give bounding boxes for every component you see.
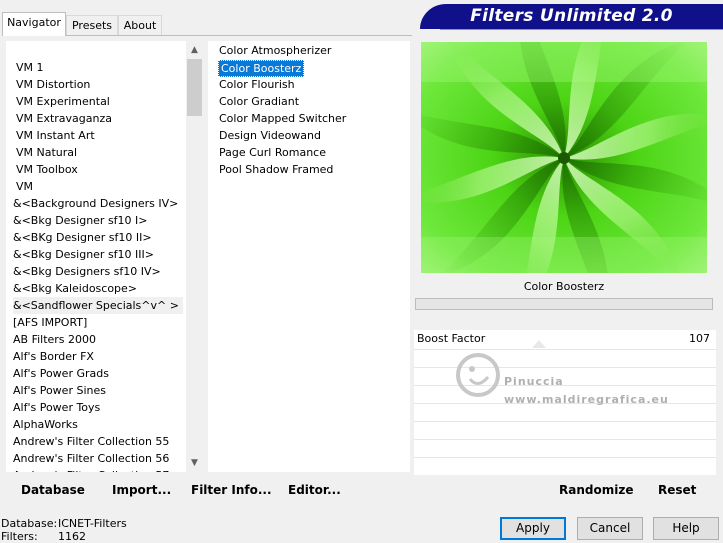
category-item[interactable]: VM Natural xyxy=(16,144,77,161)
category-item[interactable]: AlphaWorks xyxy=(13,416,78,433)
category-item[interactable]: VM Experimental xyxy=(16,93,110,110)
cancel-button[interactable]: Cancel xyxy=(577,517,643,540)
editor-button-label: Editor... xyxy=(288,483,341,497)
category-item[interactable]: Andrew's Filter Collection 57 xyxy=(13,467,169,472)
slider-row-divider xyxy=(414,367,716,368)
randomize-button[interactable]: Randomize xyxy=(559,480,633,500)
import-button-label: Import... xyxy=(112,483,172,497)
category-item[interactable]: Andrew's Filter Collection 56 xyxy=(13,450,169,467)
tab-presets[interactable]: Presets xyxy=(66,15,118,35)
category-item[interactable]: Alf's Power Toys xyxy=(13,399,100,416)
category-item[interactable]: &<Sandflower Specials^v^ > xyxy=(13,297,183,314)
scroll-up-icon[interactable]: ▲ xyxy=(186,42,203,59)
category-item[interactable]: Andrew's Filter Collection 55 xyxy=(13,433,169,450)
progress-bar xyxy=(415,298,713,310)
reset-button-label: Reset xyxy=(658,483,697,497)
category-item[interactable]: AB Filters 2000 xyxy=(13,331,96,348)
filter-item[interactable]: Pool Shadow Framed xyxy=(219,161,333,178)
slider-row-divider xyxy=(414,349,716,350)
filter-item[interactable]: Page Curl Romance xyxy=(219,144,326,161)
filter-item[interactable]: Color Atmospherizer xyxy=(219,42,331,59)
editor-button[interactable]: Editor... xyxy=(288,480,341,500)
filter-item[interactable]: Color Flourish xyxy=(219,76,295,93)
preview-label: Color Boosterz xyxy=(523,280,605,293)
category-item[interactable]: &<Bkg Designer sf10 I> xyxy=(13,212,148,229)
slider-row-boost-factor[interactable]: Boost Factor 107 xyxy=(414,330,716,349)
filter-item[interactable]: Design Videowand xyxy=(219,127,321,144)
filter-info-button[interactable]: Filter Info... xyxy=(191,480,272,500)
category-item[interactable]: &<Bkg Designers sf10 IV> xyxy=(13,263,161,280)
filters-count-value: 1162 xyxy=(58,530,86,543)
database-label: Database: xyxy=(1,517,58,530)
category-item[interactable]: VM Distortion xyxy=(16,76,90,93)
category-item[interactable]: VM Instant Art xyxy=(16,127,95,144)
slider-row-divider xyxy=(414,421,716,422)
database-value: ICNET-Filters xyxy=(58,517,127,530)
filter-list[interactable]: Color Atmospherizer Color Boosterz Color F… xyxy=(208,41,410,472)
swirl-center xyxy=(558,152,570,164)
parameter-sliders: Boost Factor 107 xyxy=(414,330,716,475)
apply-button[interactable]: Apply xyxy=(500,517,566,540)
scroll-down-icon[interactable]: ▼ xyxy=(186,455,203,472)
category-item[interactable]: &<Bkg Kaleidoscope> xyxy=(13,280,137,297)
slider-row-divider xyxy=(414,457,716,458)
import-button[interactable]: Import... xyxy=(112,480,171,500)
tab-navigator[interactable]: Navigator xyxy=(2,12,66,36)
randomize-button-label: Randomize xyxy=(559,483,634,497)
banner-underline xyxy=(440,29,723,30)
category-item[interactable]: VM Extravaganza xyxy=(16,110,112,127)
category-item[interactable]: Alf's Power Grads xyxy=(13,365,109,382)
help-button[interactable]: Help xyxy=(653,517,719,540)
filters-count-label: Filters: xyxy=(1,530,38,543)
filter-item[interactable]: Color Boosterz xyxy=(218,60,305,77)
category-item[interactable]: VM 1 xyxy=(16,59,44,76)
filter-info-button-label: Filter Info... xyxy=(191,483,272,497)
slider-row-divider xyxy=(414,439,716,440)
category-item[interactable]: &<Background Designers IV> xyxy=(13,195,178,212)
filter-item[interactable]: Color Mapped Switcher xyxy=(219,110,346,127)
category-item[interactable]: Alf's Power Sines xyxy=(13,382,106,399)
category-item[interactable]: VM xyxy=(16,178,33,195)
banner-title: Filters Unlimited 2.0 xyxy=(470,6,673,26)
database-button-label: Database xyxy=(21,483,85,497)
parameter-value: 107 xyxy=(689,332,710,345)
category-item[interactable]: Alf's Border FX xyxy=(13,348,94,365)
parameter-name: Boost Factor xyxy=(417,332,486,345)
category-item[interactable]: &<Bkg Designer sf10 III> xyxy=(13,246,154,263)
filter-item[interactable]: Color Gradiant xyxy=(219,93,299,110)
slider-thumb-icon[interactable] xyxy=(532,340,546,348)
filter-preview xyxy=(421,42,707,273)
preview-swirl-image xyxy=(421,42,707,273)
slider-row-divider xyxy=(414,403,716,404)
category-item[interactable]: &<BKg Designer sf10 II> xyxy=(13,229,152,246)
category-item[interactable]: [AFS IMPORT] xyxy=(13,314,87,331)
category-item[interactable]: VM Toolbox xyxy=(16,161,78,178)
category-scrollbar-thumb[interactable] xyxy=(187,59,202,116)
reset-button[interactable]: Reset xyxy=(658,480,696,500)
slider-row-divider xyxy=(414,385,716,386)
category-list[interactable]: VM 1 VM Distortion VM Experimental VM Extra… xyxy=(6,41,203,472)
database-button[interactable]: Database xyxy=(21,480,85,500)
tab-about[interactable]: About xyxy=(118,15,162,35)
